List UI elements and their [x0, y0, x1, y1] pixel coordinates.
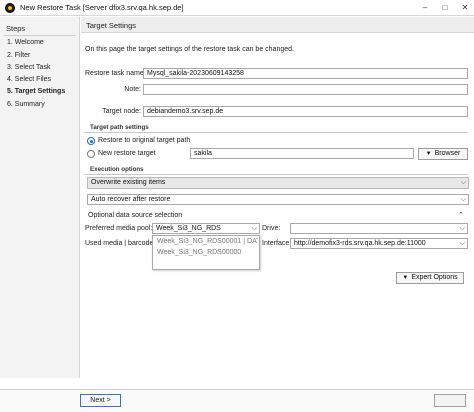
task-name-input[interactable]: Mysql_sakila-20230609143258: [143, 68, 468, 79]
expert-options-button[interactable]: ▼ Expert Options: [396, 272, 464, 284]
close-button[interactable]: ✕: [456, 0, 474, 16]
media-pool-value: Week_Si3_NG_RDS: [156, 225, 221, 232]
note-input[interactable]: [143, 84, 468, 95]
chevron-down-icon: ⌵: [460, 179, 466, 186]
step-welcome[interactable]: 1. Welcome: [7, 39, 44, 46]
target-path-divider: [84, 132, 468, 133]
execution-divider: [84, 174, 468, 175]
step-target-settings[interactable]: 5. Target Settings: [7, 88, 65, 95]
step-select-task[interactable]: 3. Select Task: [7, 64, 50, 71]
new-target-label: New restore target: [98, 150, 156, 157]
page-title: Target Settings: [86, 21, 137, 30]
used-media-label: Used media | barcode:: [85, 240, 156, 247]
task-name-label: Restore task name:: [85, 70, 146, 77]
overwrite-value: Overwrite existing items: [91, 179, 166, 186]
browse-button[interactable]: ▼ Browser: [418, 148, 468, 160]
execution-heading: Execution options: [90, 166, 144, 173]
note-label: Note:: [124, 86, 141, 93]
footer-bar: [0, 389, 474, 412]
new-target-radio[interactable]: [87, 150, 95, 158]
steps-sidebar: Steps 1. Welcome 2. Filter 3. Select Tas…: [0, 17, 80, 378]
restore-original-radio[interactable]: [87, 137, 95, 145]
caret-down-icon: ▼: [402, 275, 409, 281]
interface-label: Interface:: [262, 240, 292, 247]
drive-label: Drive:: [262, 225, 281, 232]
chevron-down-icon: ⌵: [459, 240, 465, 247]
caret-down-icon: ▼: [425, 151, 432, 157]
app-logo-icon: [5, 3, 15, 13]
used-media-option[interactable]: Week_Si3_NG_RDS00001 | DATA_: [154, 237, 258, 248]
page-header: Target Settings: [81, 17, 474, 33]
restore-original-label: Restore to original target path: [98, 137, 191, 144]
media-pool-label: Preferred media pool:: [85, 225, 153, 232]
optional-heading: Optional data source selection: [88, 212, 183, 219]
chevron-down-icon: ⌵: [460, 196, 466, 203]
target-node-input[interactable]: debiandemo3.srv.sep.de: [143, 106, 468, 117]
used-media-dropdown[interactable]: Week_Si3_NG_RDS00001 | DATA_ Week_Si3_NG…: [152, 235, 260, 270]
steps-divider: [4, 35, 76, 36]
minimize-button[interactable]: –: [416, 0, 434, 16]
steps-heading: Steps: [6, 24, 26, 33]
maximize-button[interactable]: □: [436, 0, 454, 16]
media-pool-select[interactable]: Week_Si3_NG_RDS ⌵: [152, 223, 260, 234]
collapse-icon[interactable]: ⌃: [458, 211, 464, 219]
interface-select[interactable]: http://demofix3-rds.srv.qa.hk.sep.de:110…: [290, 238, 468, 249]
new-target-input[interactable]: sakila: [190, 148, 414, 159]
browse-label: Browser: [434, 150, 461, 157]
target-path-heading: Target path settings: [90, 124, 149, 131]
overwrite-select[interactable]: Overwrite existing items ⌵: [87, 177, 469, 189]
drive-select[interactable]: ⌵: [290, 223, 468, 234]
window-title: New Restore Task [Server dfix3.srv.qa.hk…: [20, 3, 184, 12]
interface-value: http://demofix3-rds.srv.qa.hk.sep.de:110…: [294, 240, 426, 247]
footer-extra-button[interactable]: [434, 394, 466, 407]
recover-select[interactable]: Auto recover after restore ⌵: [87, 194, 469, 205]
page-description: On this page the target settings of the …: [85, 46, 294, 53]
step-select-files[interactable]: 4. Select Files: [7, 76, 51, 83]
window-titlebar: New Restore Task [Server dfix3.srv.qa.hk…: [0, 0, 474, 16]
step-summary[interactable]: 6. Summary: [7, 101, 45, 108]
recover-value: Auto recover after restore: [91, 196, 171, 203]
expert-options-label: Expert Options: [411, 274, 458, 281]
used-media-option[interactable]: Week_Si3_NG_RDS00000: [154, 248, 258, 259]
next-button[interactable]: Next >: [80, 394, 121, 407]
chevron-down-icon: ⌵: [251, 225, 257, 232]
chevron-down-icon: ⌵: [459, 225, 465, 232]
target-node-label: Target node:: [102, 108, 141, 115]
step-filter[interactable]: 2. Filter: [7, 52, 30, 59]
